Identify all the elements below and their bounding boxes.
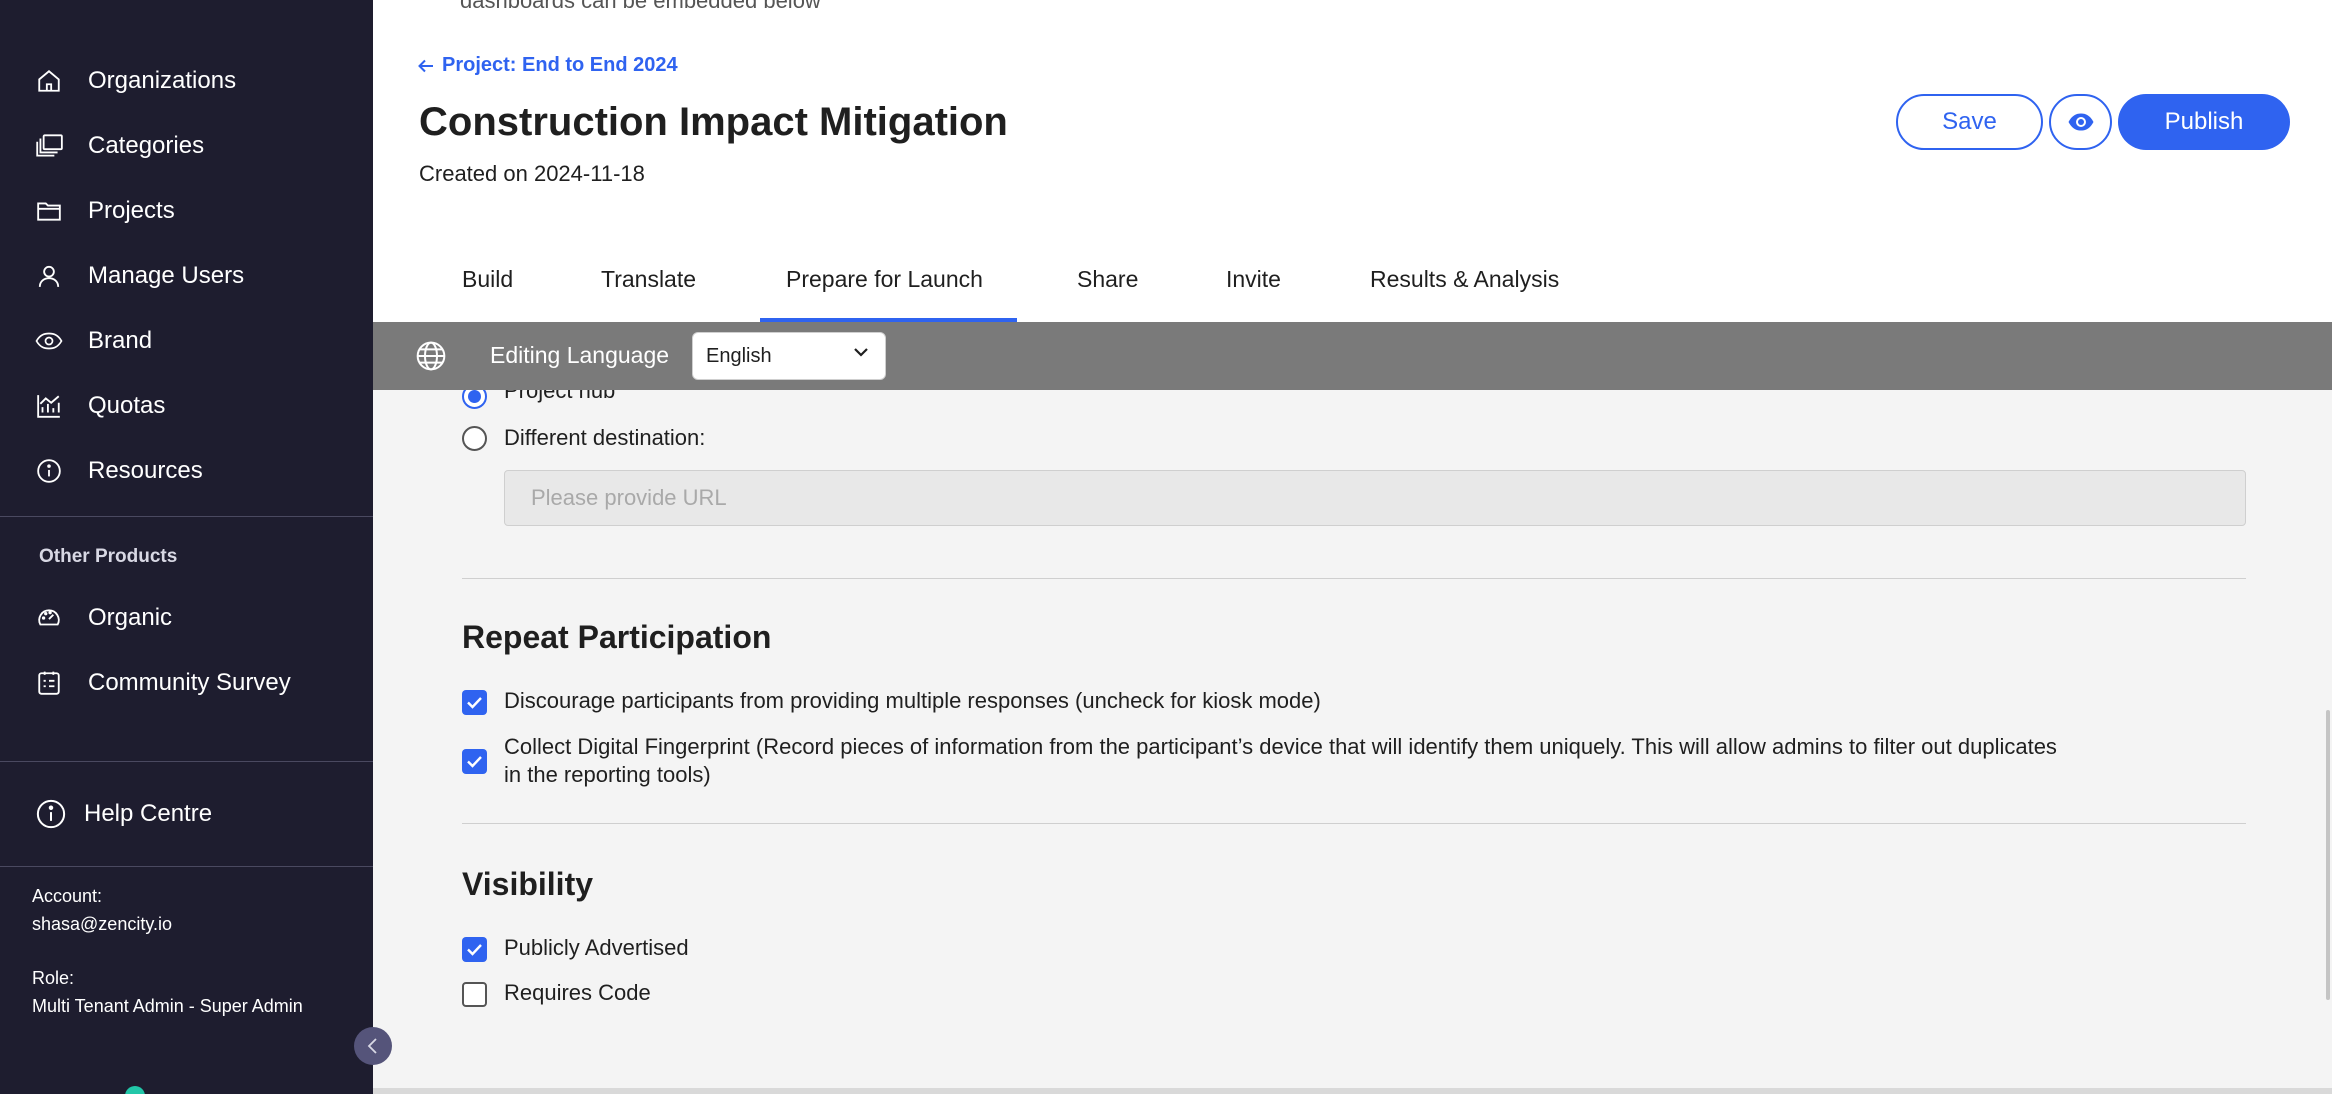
section-divider	[462, 578, 2246, 579]
check-icon	[467, 756, 482, 768]
other-products-title: Other Products	[39, 546, 178, 567]
digital-fingerprint-checkbox[interactable]	[462, 749, 487, 774]
sidebar-item-categories[interactable]: Categories	[0, 118, 373, 174]
brand-logo-icon	[125, 1086, 145, 1094]
sidebar-divider	[0, 866, 373, 867]
created-date: Created on 2024-11-18	[419, 161, 645, 186]
repeat-participation-heading: Repeat Participation	[462, 619, 772, 655]
sidebar-item-resources[interactable]: Resources	[0, 443, 373, 499]
sidebar-item-label: Organizations	[88, 67, 237, 94]
main-content: Project hub Different destination: Repea…	[373, 390, 2332, 1094]
help-centre-label: Help Centre	[84, 800, 213, 827]
sidebar-item-label: Quotas	[88, 392, 166, 419]
account-label: Account:	[32, 886, 103, 906]
section-divider	[462, 823, 2246, 824]
user-icon	[34, 261, 64, 291]
sidebar-item-label: Categories	[88, 132, 205, 159]
sidebar-item-community-survey[interactable]: Community Survey	[0, 655, 373, 711]
page-title: Construction Impact Mitigation	[419, 100, 1008, 144]
sidebar-divider	[0, 516, 373, 517]
role-label: Role:	[32, 968, 75, 988]
radio-different-destination[interactable]	[462, 426, 487, 451]
gauge-icon	[34, 603, 64, 633]
sidebar-item-brand[interactable]: Brand	[0, 313, 373, 369]
eye-icon	[2068, 113, 2093, 131]
sidebar: Organizations Categories Projects Manage…	[0, 0, 373, 1094]
info-circle-icon	[36, 799, 66, 829]
tab-translate[interactable]: Translate	[601, 266, 696, 293]
tab-prepare-for-launch[interactable]: Prepare for Launch	[786, 266, 983, 293]
tab-share[interactable]: Share	[1077, 266, 1138, 293]
account-email: shasa@zencity.io	[32, 914, 173, 934]
sidebar-item-projects[interactable]: Projects	[0, 183, 373, 239]
sidebar-item-label: Resources	[88, 457, 203, 484]
sidebar-item-label: Projects	[88, 197, 175, 224]
publicly-advertised-label: Publicly Advertised	[504, 935, 689, 960]
survey-icon	[34, 668, 64, 698]
destination-url-input[interactable]	[504, 470, 2246, 526]
cut-off-text: dashboards can be embedded below	[460, 0, 821, 13]
role-value: Multi Tenant Admin - Super Admin	[32, 996, 303, 1016]
collapse-sidebar-button[interactable]	[354, 1027, 392, 1065]
arrow-left-icon	[418, 59, 434, 73]
sidebar-item-label: Community Survey	[88, 669, 291, 696]
requires-code-checkbox[interactable]	[462, 982, 487, 1007]
sidebar-item-organic[interactable]: Organic	[0, 590, 373, 646]
digital-fingerprint-label-line2: in the reporting tools)	[504, 762, 711, 787]
language-selected-value: English	[706, 344, 772, 367]
publicly-advertised-checkbox[interactable]	[462, 937, 487, 962]
preview-button[interactable]	[2049, 94, 2112, 150]
digital-fingerprint-label-line1: Collect Digital Fingerprint (Record piec…	[504, 734, 2057, 759]
back-link-label: Project: End to End 2024	[442, 54, 678, 76]
sidebar-item-manage-users[interactable]: Manage Users	[0, 248, 373, 304]
language-select[interactable]: English	[692, 332, 886, 380]
requires-code-label: Requires Code	[504, 980, 651, 1005]
check-icon	[467, 944, 482, 956]
discourage-multiple-label: Discourage participants from providing m…	[504, 688, 1321, 713]
tab-results-analysis[interactable]: Results & Analysis	[1370, 266, 1559, 293]
sidebar-item-quotas[interactable]: Quotas	[0, 378, 373, 434]
language-bar: Editing Language English	[373, 322, 2332, 390]
horizontal-scrollbar[interactable]	[373, 1088, 2332, 1094]
discourage-multiple-checkbox[interactable]	[462, 690, 487, 715]
visibility-heading: Visibility	[462, 866, 594, 902]
editing-language-label: Editing Language	[490, 342, 670, 368]
radio-project-hub[interactable]	[462, 390, 487, 409]
chevron-left-icon	[367, 1038, 377, 1054]
sidebar-item-label: Brand	[88, 327, 153, 354]
tab-build[interactable]: Build	[462, 266, 513, 293]
tab-invite[interactable]: Invite	[1226, 266, 1281, 293]
radio-project-hub-label: Project hub	[504, 390, 616, 403]
folder-icon	[34, 196, 64, 226]
back-to-project-link[interactable]: Project: End to End 2024	[418, 54, 678, 77]
help-centre-link[interactable]: Help Centre	[0, 786, 373, 842]
globe-icon	[415, 340, 447, 377]
sidebar-divider	[0, 761, 373, 762]
chevron-down-icon	[853, 347, 869, 357]
radio-different-destination-label: Different destination:	[504, 425, 706, 450]
eye-icon	[34, 326, 64, 356]
sidebar-item-label: Manage Users	[88, 262, 245, 289]
vertical-scrollbar[interactable]	[2326, 710, 2330, 1000]
save-button[interactable]: Save	[1896, 94, 2043, 150]
check-icon	[467, 697, 482, 709]
sidebar-item-label: Organic	[88, 604, 173, 631]
categories-icon	[34, 131, 64, 161]
publish-button[interactable]: Publish	[2118, 94, 2290, 150]
info-icon	[34, 456, 64, 486]
page-header: dashboards can be embedded below Project…	[373, 0, 2332, 322]
sidebar-item-organizations[interactable]: Organizations	[0, 53, 373, 109]
home-icon	[34, 66, 64, 96]
chart-icon	[34, 391, 64, 421]
